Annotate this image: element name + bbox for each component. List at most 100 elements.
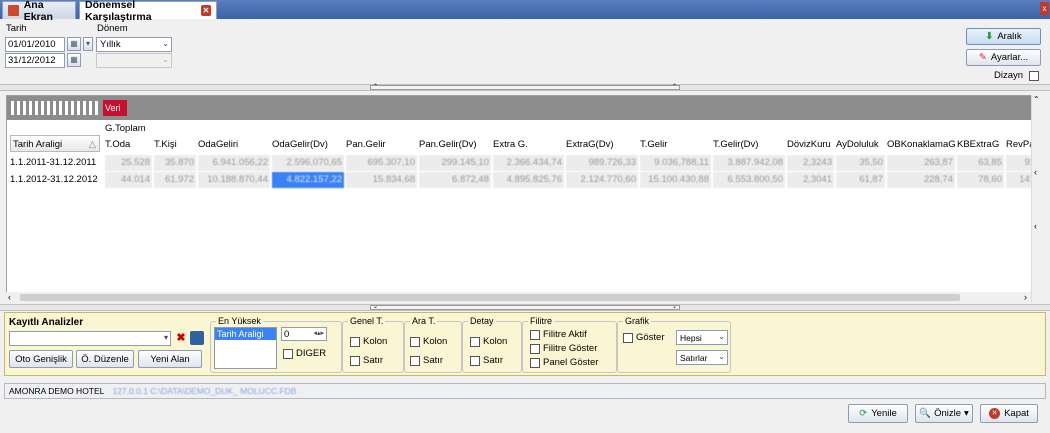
table-cell[interactable]: 6.941.056,22 (198, 155, 271, 171)
table-cell[interactable]: 695.307,10 (346, 155, 418, 171)
stepper-arrows-icon[interactable]: ◂▴▸ (313, 328, 324, 340)
ayarlar-button[interactable]: ✎ Ayarlar... (966, 49, 1041, 66)
grafik-type-select[interactable]: Hepsi ⌄ (676, 330, 728, 345)
column-header[interactable]: T.Oda (105, 139, 153, 150)
checkbox[interactable] (530, 343, 540, 354)
goster-checkbox[interactable]: Göster (623, 332, 665, 343)
table-cell[interactable]: 6.553.800,50 (713, 172, 786, 188)
table-cell[interactable]: 10.188.870,44 (198, 172, 271, 188)
genel-kolon-checkbox[interactable]: Kolon (350, 336, 387, 347)
column-header[interactable]: Pan.Gelir(Dv) (419, 139, 492, 150)
scroll-left-icon[interactable]: ‹ (8, 292, 11, 302)
table-cell[interactable]: 61.972 (154, 172, 197, 188)
calendar-icon[interactable]: ▦ (67, 37, 81, 51)
vertical-scrollbar[interactable]: ⌃ ‹ ‹ (1031, 95, 1043, 303)
aralik-button[interactable]: ⬇ Aralık (966, 28, 1041, 45)
ara-satir-checkbox[interactable]: Satır (410, 355, 443, 366)
close-tab-icon[interactable]: ✕ (200, 5, 211, 16)
splitter[interactable]: ⌄ ⌄ (0, 304, 1050, 311)
splitter[interactable]: ⌃ ⌃ (0, 84, 1050, 91)
table-cell[interactable]: 78,60 (957, 172, 1005, 188)
column-header[interactable]: OdaGeliri (198, 139, 271, 150)
table-cell[interactable]: 15.834,68 (346, 172, 418, 188)
table-cell[interactable]: 2,3243 (787, 155, 835, 171)
detay-kolon-checkbox[interactable]: Kolon (470, 336, 507, 347)
table-cell[interactable]: 25.528 (105, 155, 153, 171)
table-cell[interactable]: 6.872,48 (419, 172, 492, 188)
toolbar-handle[interactable] (11, 101, 99, 115)
column-header[interactable]: OBKonaklamaG (887, 139, 956, 150)
column-header[interactable]: Extra G. (493, 139, 565, 150)
row-label[interactable]: 1.1.2012-31.12.2012 (10, 174, 102, 185)
genel-satir-checkbox[interactable]: Satır (350, 355, 383, 366)
table-cell[interactable]: 3.887.942,08 (713, 155, 786, 171)
column-header[interactable]: OdaGelir(Dv) (272, 139, 345, 150)
grafik-axis-select[interactable]: Satırlar ⌄ (676, 350, 728, 365)
o-duzenle-button[interactable]: Ö. Düzenle (76, 350, 134, 368)
en-yuksek-stepper[interactable]: 0 ◂▴▸ (281, 327, 327, 341)
table-cell[interactable]: 989.726,33 (566, 155, 639, 171)
table-cell[interactable]: 61,87 (836, 172, 886, 188)
chevron-down-icon[interactable]: ▾ (83, 37, 93, 51)
panel-goster-checkbox[interactable]: Panel Göster (530, 357, 598, 368)
yeni-alan-button[interactable]: Yeni Alan (138, 350, 202, 368)
table-cell[interactable]: 2.596.070,65 (272, 155, 345, 171)
tab-donemsel-karsilastirma[interactable]: Dönemsel Karşılaştırma ✕ (79, 0, 217, 23)
table-cell[interactable]: 263,87 (887, 155, 956, 171)
saved-analysis-select[interactable]: ▾ (9, 331, 171, 346)
table-cell[interactable]: 2.124.770,60 (566, 172, 639, 188)
table-cell[interactable]: 35,50 (836, 155, 886, 171)
column-header[interactable]: AyDoluluk (836, 139, 886, 150)
table-cell[interactable]: 35.870 (154, 155, 197, 171)
checkbox[interactable] (623, 332, 633, 343)
diger-checkbox[interactable]: DIGER (283, 348, 326, 359)
chevron-down-icon[interactable]: ▾ (964, 408, 969, 419)
table-cell[interactable]: 2.366.434,74 (493, 155, 565, 171)
ara-kolon-checkbox[interactable]: Kolon (410, 336, 447, 347)
checkbox[interactable] (283, 348, 293, 359)
table-cell[interactable]: 15.100.430,88 (640, 172, 712, 188)
filitre-aktif-checkbox[interactable]: Filitre Aktif (530, 329, 587, 340)
collapse-left-icon[interactable]: ‹ (1034, 221, 1037, 231)
checkbox[interactable] (470, 336, 480, 347)
column-header[interactable]: DövizKuru (787, 139, 835, 150)
save-icon[interactable] (190, 331, 204, 345)
onizle-button[interactable]: 🔍 Önizle ▾ (915, 404, 973, 423)
detay-satir-checkbox[interactable]: Satır (470, 355, 503, 366)
date-from-input[interactable]: 01/01/2010 (5, 37, 65, 52)
tab-ana-ekran[interactable]: Ana Ekran (2, 0, 76, 23)
column-header[interactable]: KBExtraG (957, 139, 1005, 150)
table-cell[interactable]: 9.036,788,11 (640, 155, 712, 171)
expand-left-icon[interactable]: ‹ (1034, 167, 1037, 177)
table-cell[interactable]: 4.895.825,76 (493, 172, 565, 188)
splitter-handle[interactable]: ⌃ ⌃ (370, 84, 680, 90)
date-to-input[interactable]: 31/12/2012 (5, 53, 65, 68)
list-item[interactable]: Tarih Araligi (215, 328, 276, 340)
donem-select[interactable]: Yıllık ⌄ (96, 37, 172, 52)
column-header[interactable]: ExtraG(Dv) (566, 139, 639, 150)
table-cell[interactable]: 44.014 (105, 172, 153, 188)
checkbox[interactable] (470, 355, 480, 366)
dizayn-checkbox[interactable] (1029, 71, 1039, 81)
checkbox[interactable] (350, 336, 360, 347)
table-cell[interactable]: 4.822.157,22 (272, 172, 345, 188)
kapat-button[interactable]: ✕ Kapat (980, 404, 1038, 423)
column-header[interactable]: Pan.Gelir (346, 139, 418, 150)
window-close-icon[interactable]: x (1040, 2, 1049, 15)
checkbox[interactable] (410, 336, 420, 347)
horizontal-scrollbar[interactable]: ‹ › (6, 292, 1032, 303)
oto-genislik-button[interactable]: Oto Genişlik (9, 350, 73, 368)
en-yuksek-list[interactable]: Tarih Araligi (214, 327, 277, 369)
column-header[interactable]: T.Gelir (640, 139, 712, 150)
table-cell[interactable]: 63,85 (957, 155, 1005, 171)
column-header[interactable]: T.Gelir(Dv) (713, 139, 786, 150)
calendar-icon[interactable]: ▦ (67, 53, 81, 67)
row-header-field[interactable]: Tarih Araligi △ (10, 135, 100, 152)
table-cell[interactable]: 228,74 (887, 172, 956, 188)
checkbox[interactable] (530, 329, 540, 340)
checkbox[interactable] (530, 357, 540, 368)
scroll-right-icon[interactable]: › (1024, 292, 1027, 302)
table-cell[interactable]: 299.145,10 (419, 155, 492, 171)
scroll-thumb[interactable] (20, 294, 960, 301)
table-cell[interactable]: 2,3041 (787, 172, 835, 188)
